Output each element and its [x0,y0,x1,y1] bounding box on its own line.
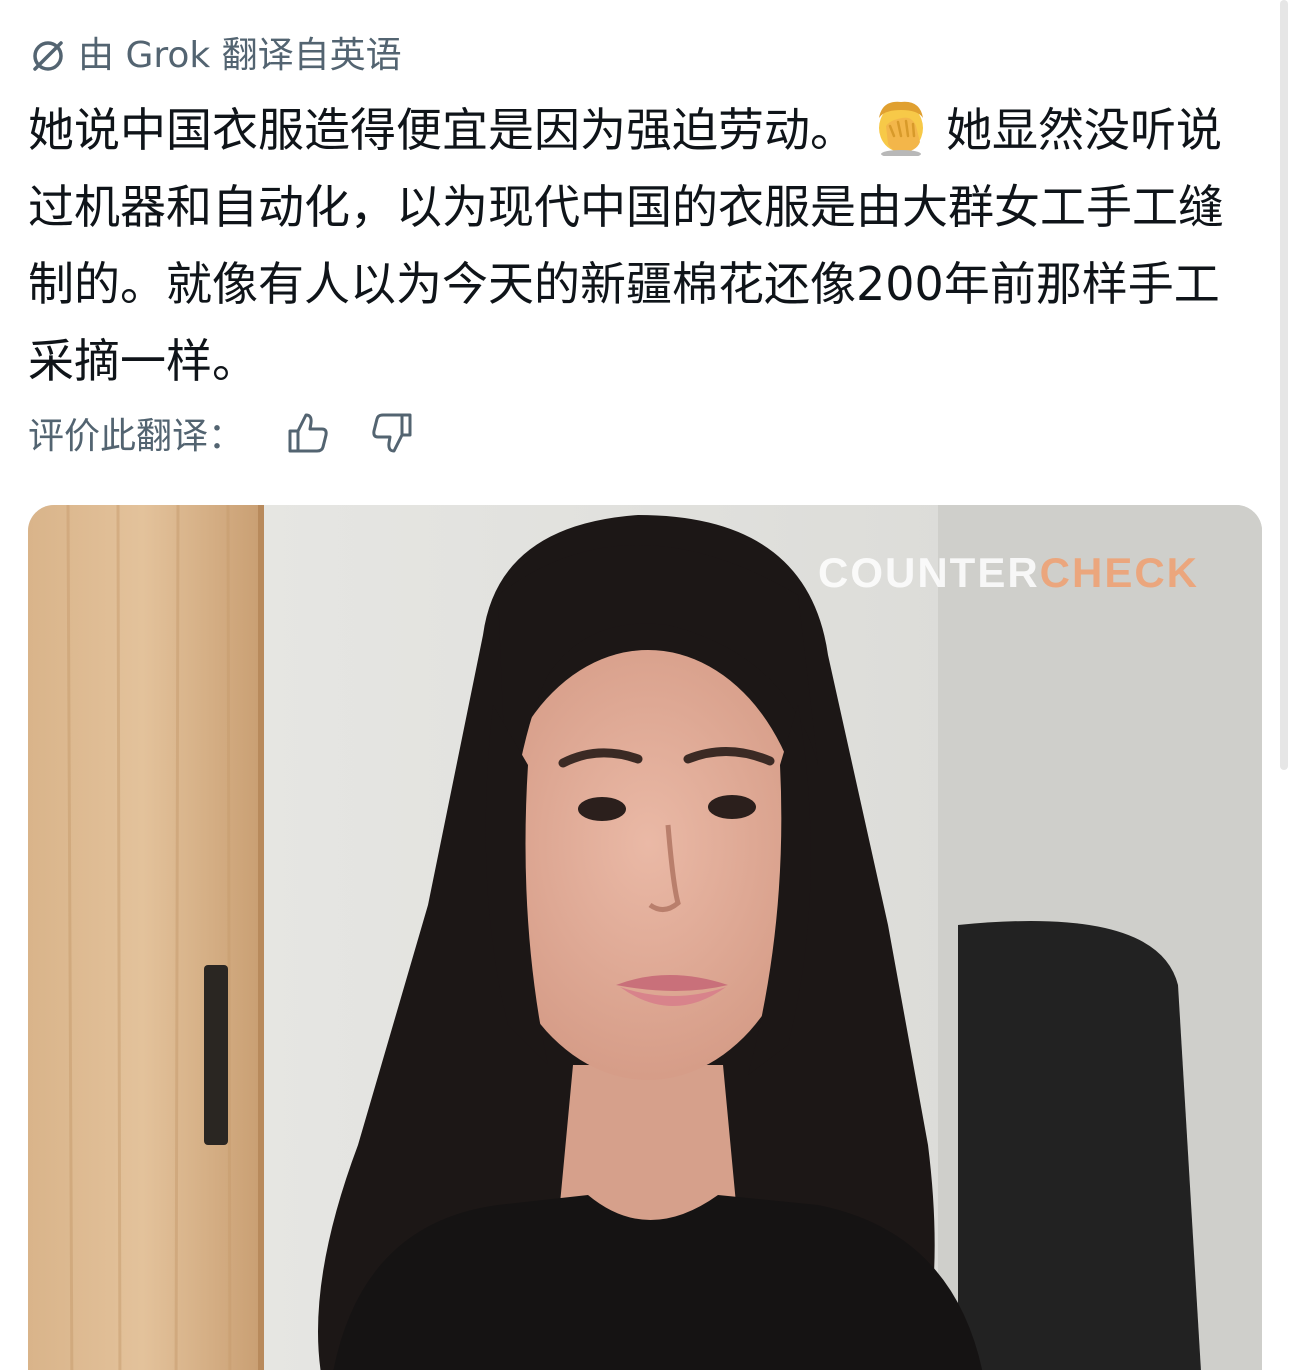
rate-translation-row: 评价此翻译： [28,405,452,461]
facepalm-emoji [868,96,934,158]
video-thumbnail[interactable]: COUNTERCHECK [28,505,1262,1370]
grok-icon [28,36,68,76]
watermark-counter: COUNTER [818,549,1040,596]
watermark-check: CHECK [1040,549,1199,596]
translated-by-label: 由 Grok 翻译自英语 [78,35,402,76]
tweet-text: 她说中国衣服造得便宜是因为强迫劳动。 她显然没听说过机器和自动化，以为现代中国的… [28,92,1258,400]
video-frame: COUNTERCHECK [28,505,1262,1370]
tweet-text-part1: 她说中国衣服造得便宜是因为强迫劳动。 [28,103,856,157]
scrollbar[interactable] [1280,0,1288,770]
translated-by-grok[interactable]: 由 Grok 翻译自英语 [28,30,402,82]
svg-text:COUNTERCHECK: COUNTERCHECK [818,549,1199,596]
tweet-page: 由 Grok 翻译自英语 她说中国衣服造得便宜是因为强迫劳动。 她显然没听说过机… [0,0,1290,1370]
rate-translation-label: 评价此翻译： [28,416,245,457]
thumbs-down-icon[interactable] [368,409,416,457]
thumbs-up-icon[interactable] [284,409,332,457]
